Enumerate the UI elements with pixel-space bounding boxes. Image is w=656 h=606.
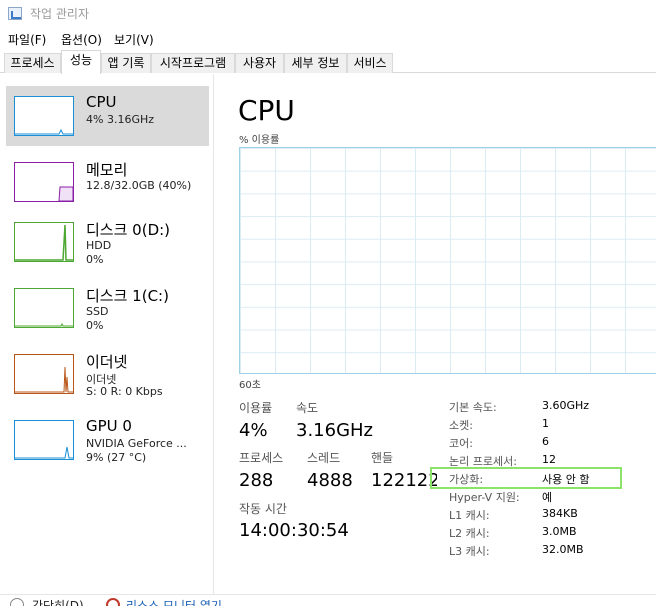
- spec-value-l2-cache: 3.0MB: [542, 525, 577, 538]
- tab-app-history[interactable]: 앱 기록: [101, 53, 151, 73]
- spec-value-base-speed: 3.60GHz: [542, 399, 590, 412]
- menu-options[interactable]: 옵션(O): [61, 31, 102, 48]
- window-title: 작업 관리자: [30, 7, 90, 21]
- menu-bar: 파일(F) 옵션(O) 보기(V): [0, 28, 656, 50]
- sidebar-item-label: CPU: [86, 93, 117, 111]
- ethernet-thumbnail-graph: [14, 354, 74, 394]
- graph-label: % 이용률: [239, 135, 280, 146]
- tab-bar: 프로세스 성능 앱 기록 시작프로그램 사용자 세부 정보 서비스: [0, 50, 656, 74]
- tab-startup[interactable]: 시작프로그램: [151, 53, 235, 73]
- sidebar-item-detail: NVIDIA GeForce ...: [86, 437, 187, 450]
- chevron-up-icon[interactable]: [10, 598, 24, 606]
- speed-value: 3.16GHz: [296, 420, 374, 441]
- tab-users[interactable]: 사용자: [235, 53, 284, 73]
- sidebar-item-usage: 9% (27 °C): [86, 451, 147, 464]
- page-title: CPU: [238, 94, 295, 127]
- fewer-details-link[interactable]: 간단히(D): [32, 597, 84, 606]
- resource-monitor-icon: [106, 598, 120, 606]
- menu-view[interactable]: 보기(V): [114, 31, 154, 48]
- spec-label-l3-cache: L3 캐시:: [449, 545, 490, 558]
- spec-label-l2-cache: L2 캐시:: [449, 527, 490, 540]
- sidebar-item-usage: 0%: [86, 253, 104, 266]
- sidebar-item-detail: 12.8/32.0GB (40%): [86, 179, 192, 192]
- sidebar-item-label: 디스크 1(C:): [86, 287, 169, 305]
- tab-performance[interactable]: 성능: [61, 50, 101, 74]
- spec-value-l3-cache: 32.0MB: [542, 543, 584, 556]
- cpu-utilization-graph: [239, 147, 656, 374]
- threads-label: 스레드: [307, 451, 341, 465]
- resource-list: CPU 4% 3.16GHz 메모리 12.8/32.0GB (40%) 디스크…: [0, 74, 214, 594]
- task-manager-icon: [8, 7, 22, 20]
- tab-details[interactable]: 세부 정보: [284, 53, 347, 73]
- spec-label-l1-cache: L1 캐시:: [449, 509, 490, 522]
- resource-monitor-link[interactable]: 리소스 모니터 열기: [126, 597, 222, 606]
- spec-label-base-speed: 기본 속도:: [449, 401, 497, 414]
- tab-processes[interactable]: 프로세스: [4, 53, 61, 73]
- tab-services[interactable]: 서비스: [347, 53, 393, 73]
- processes-value: 288: [239, 470, 274, 491]
- sidebar-item-disk-0[interactable]: 디스크 0(D:) HDD 0%: [6, 212, 209, 272]
- sidebar-item-label: 이더넷: [86, 353, 128, 371]
- spec-value-cores: 6: [542, 435, 549, 448]
- disk1-thumbnail-graph: [14, 288, 74, 328]
- speed-label: 속도: [296, 401, 319, 415]
- utilization-label: 이용률: [239, 401, 273, 415]
- sidebar-item-disk-1[interactable]: 디스크 1(C:) SSD 0%: [6, 278, 209, 338]
- sidebar-item-memory[interactable]: 메모리 12.8/32.0GB (40%): [6, 152, 209, 212]
- spec-label-cores: 코어:: [449, 437, 473, 450]
- handles-value: 122122: [371, 470, 437, 491]
- spec-value-virtualization: 사용 안 함: [542, 473, 590, 486]
- memory-thumbnail-graph: [14, 162, 74, 202]
- uptime-label: 작동 시간: [239, 502, 287, 516]
- spec-value-l1-cache: 384KB: [542, 507, 578, 520]
- sidebar-item-detail: HDD: [86, 239, 112, 252]
- sidebar-item-label: 디스크 0(D:): [86, 221, 171, 239]
- spec-label-hyper-v: Hyper-V 지원:: [449, 491, 520, 504]
- title-bar: 작업 관리자: [0, 0, 656, 28]
- sidebar-item-usage: S: 0 R: 0 Kbps: [86, 385, 163, 398]
- sidebar-item-label: 메모리: [86, 161, 128, 179]
- sidebar-item-detail: SSD: [86, 305, 109, 318]
- panel-divider[interactable]: [213, 74, 214, 594]
- spec-label-sockets: 소켓:: [449, 419, 473, 432]
- threads-value: 4888: [307, 470, 353, 491]
- handles-label: 핸들: [371, 451, 394, 465]
- disk0-thumbnail-graph: [14, 222, 74, 262]
- spec-value-logical-processors: 12: [542, 453, 556, 466]
- sidebar-item-usage: 0%: [86, 319, 104, 332]
- footer-bar: 간단히(D) 리소스 모니터 열기: [0, 594, 656, 606]
- spec-label-virtualization: 가상화:: [449, 473, 484, 486]
- utilization-value: 4%: [239, 420, 268, 441]
- sidebar-item-cpu[interactable]: CPU 4% 3.16GHz: [6, 86, 209, 146]
- processes-label: 프로세스: [239, 451, 284, 465]
- sidebar-item-gpu-0[interactable]: GPU 0 NVIDIA GeForce ... 9% (27 °C): [6, 410, 209, 470]
- sidebar-item-detail: 4% 3.16GHz: [86, 113, 155, 126]
- graph-time-span: 60초: [239, 380, 261, 391]
- spec-value-sockets: 1: [542, 417, 549, 430]
- menu-file[interactable]: 파일(F): [8, 31, 46, 48]
- spec-value-hyper-v: 예: [542, 491, 553, 504]
- uptime-value: 14:00:30:54: [239, 520, 349, 541]
- sidebar-item-label: GPU 0: [86, 417, 132, 435]
- sidebar-item-ethernet[interactable]: 이더넷 이더넷 S: 0 R: 0 Kbps: [6, 344, 209, 404]
- cpu-thumbnail-graph: [14, 96, 74, 136]
- gpu-thumbnail-graph: [14, 420, 74, 460]
